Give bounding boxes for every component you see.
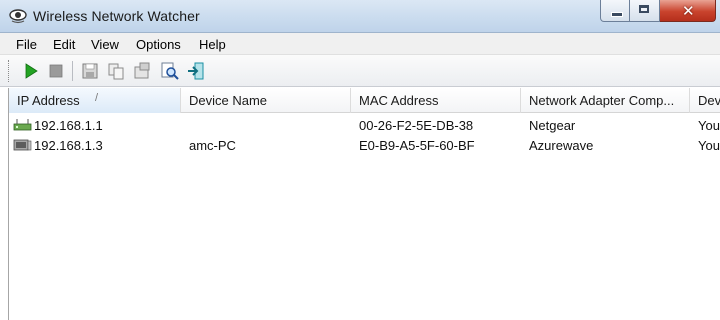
column-header-device-name[interactable]: Device Name <box>181 88 351 113</box>
window-title: Wireless Network Watcher <box>33 8 200 24</box>
device-list[interactable]: IP Address / Device Name MAC Address Net… <box>8 88 720 320</box>
column-header-network-adapter-company[interactable]: Network Adapter Comp... <box>521 88 690 113</box>
cell-ip-address: 192.168.1.1 <box>34 118 103 133</box>
cell-ip-address: 192.168.1.3 <box>34 138 103 153</box>
title-bar[interactable]: Wireless Network Watcher ✕ <box>0 0 720 33</box>
cell-mac-address: E0-B9-A5-5F-60-BF <box>359 138 475 153</box>
column-header-label: MAC Address <box>359 93 439 108</box>
properties-icon[interactable] <box>132 61 152 81</box>
column-header-mac-address[interactable]: MAC Address <box>351 88 521 113</box>
exit-icon[interactable] <box>186 61 206 81</box>
find-icon[interactable] <box>160 61 180 81</box>
menu-options[interactable]: Options <box>136 37 181 52</box>
column-header-label: IP Address <box>17 93 80 108</box>
column-header-label: Network Adapter Comp... <box>529 93 675 108</box>
menu-help[interactable]: Help <box>199 37 226 52</box>
toolbar-separator <box>72 61 73 81</box>
play-icon[interactable] <box>21 61 41 81</box>
column-header-row: IP Address / Device Name MAC Address Net… <box>9 88 720 113</box>
minimize-button[interactable] <box>600 0 630 22</box>
menu-bar: File Edit View Options Help <box>0 33 720 55</box>
eye-icon <box>9 9 27 24</box>
cell-mac-address: 00-26-F2-5E-DB-38 <box>359 118 474 133</box>
maximize-button[interactable] <box>630 0 660 22</box>
column-header-device-info[interactable]: Dev <box>690 88 720 113</box>
save-icon[interactable] <box>80 61 100 81</box>
table-row[interactable]: 192.168.1.3 amc-PC E0-B9-A5-5F-60-BF Azu… <box>9 135 720 155</box>
router-icon <box>13 119 32 131</box>
cell-device-info: You <box>698 138 720 153</box>
cell-adapter-company: Azurewave <box>529 138 594 153</box>
minimize-icon <box>611 12 623 17</box>
cell-device-name: amc-PC <box>189 138 236 153</box>
toolbar <box>0 55 720 87</box>
sort-ascending-icon: / <box>95 92 99 104</box>
menu-edit[interactable]: Edit <box>53 37 75 52</box>
cell-device-info: You <box>698 118 720 133</box>
column-header-label: Dev <box>698 93 720 108</box>
column-header-label: Device Name <box>189 93 268 108</box>
menu-view[interactable]: View <box>91 37 119 52</box>
column-header-ip-address[interactable]: IP Address / <box>9 88 181 113</box>
stop-icon[interactable] <box>46 61 66 81</box>
close-icon: ✕ <box>682 2 695 20</box>
close-button[interactable]: ✕ <box>660 0 716 22</box>
maximize-icon <box>639 5 649 13</box>
copy-icon[interactable] <box>106 61 126 81</box>
toolbar-grip[interactable] <box>8 60 10 82</box>
cell-adapter-company: Netgear <box>529 118 576 133</box>
table-row[interactable]: 192.168.1.1 00-26-F2-5E-DB-38 Netgear Yo… <box>9 115 720 135</box>
menu-file[interactable]: File <box>16 37 37 52</box>
computer-icon <box>13 139 32 151</box>
